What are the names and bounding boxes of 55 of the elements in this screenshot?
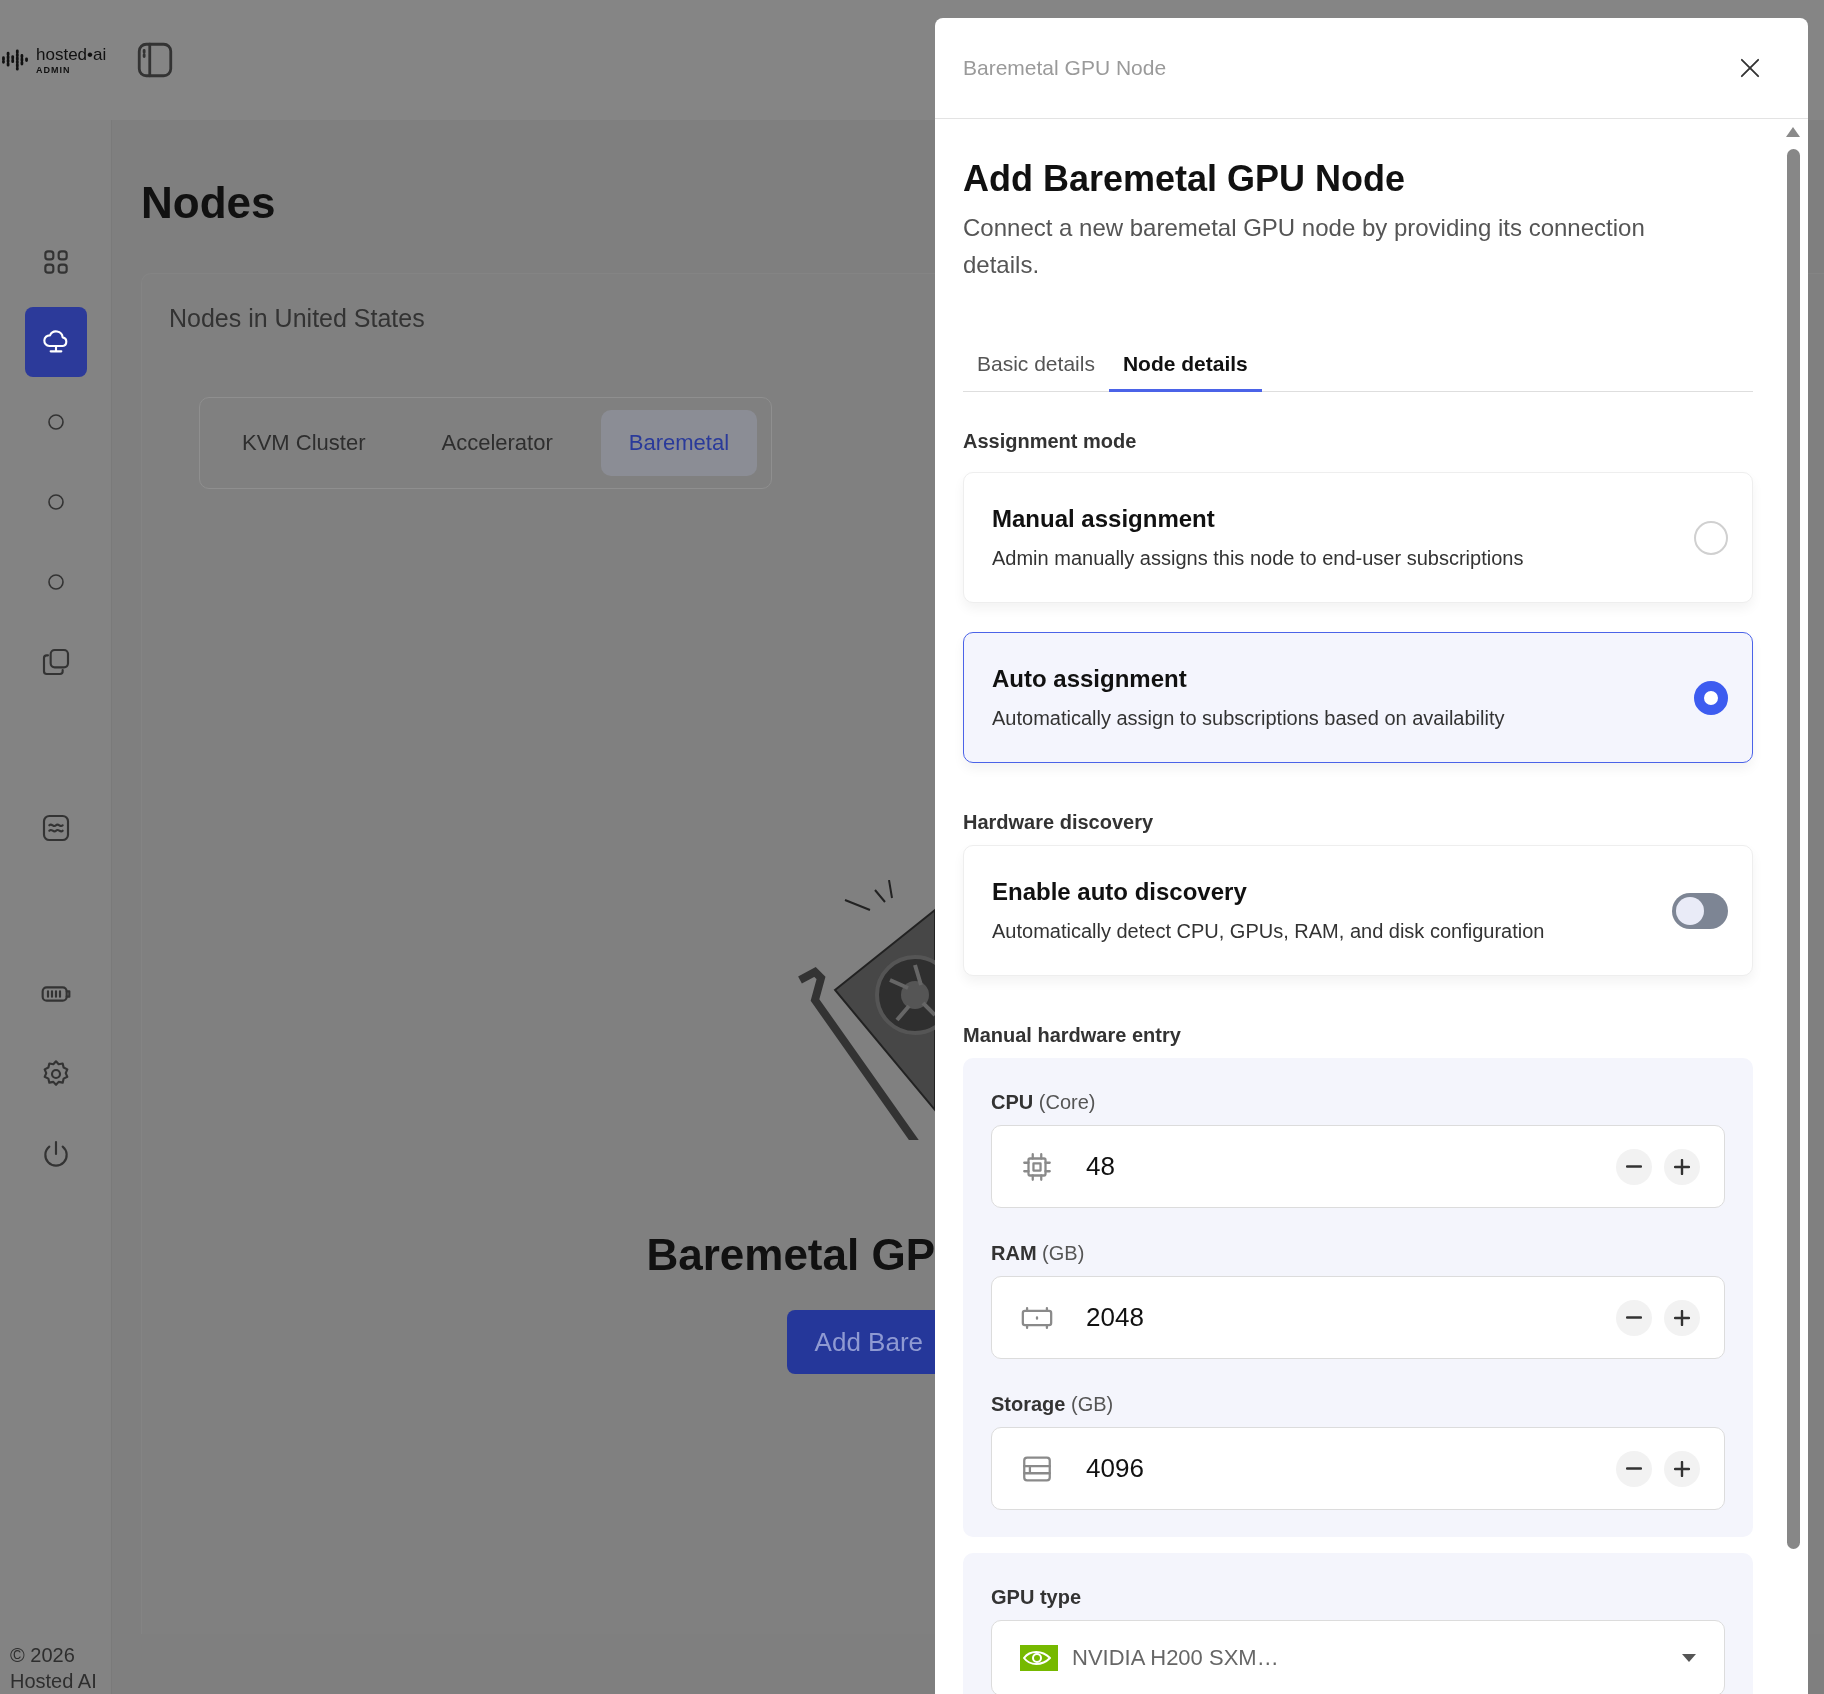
tab[interactable]: Basic details (963, 339, 1109, 392)
scroll-up-icon[interactable] (1786, 127, 1800, 137)
section-label: Manual hardware entry (963, 1023, 1182, 1048)
eye-logo-icon (1020, 1645, 1058, 1671)
increment-button[interactable] (1664, 1148, 1700, 1185)
toggle-switch[interactable] (1672, 892, 1728, 929)
field-label: RAM (GB) (991, 1241, 1086, 1266)
number-field[interactable]: 2048 (991, 1276, 1725, 1359)
number-input[interactable]: 4096 (1074, 1453, 1596, 1484)
caret-icon (1682, 1654, 1696, 1662)
minus-icon (1626, 1165, 1642, 1168)
number-field[interactable]: 4096 (991, 1427, 1725, 1510)
option-title: Auto assignment (992, 665, 1188, 693)
footer-text: Hosted AI (10, 1669, 97, 1694)
plus-icon (1674, 1158, 1690, 1175)
form-description: Connect a new baremetal GPU node by providing its connection details. (963, 213, 1646, 280)
decrement-button[interactable] (1616, 1450, 1652, 1487)
logo-text: hosted•ai (36, 45, 107, 63)
plus-icon (1674, 1309, 1690, 1326)
minus-icon (1626, 1467, 1642, 1470)
footer-text: © 2026 (10, 1643, 76, 1668)
section-label: Assignment mode (963, 429, 1138, 454)
decrement-button[interactable] (1616, 1299, 1652, 1336)
minus-icon (1626, 1316, 1642, 1319)
add-node-button[interactable]: Add Bare (786, 1310, 935, 1374)
page-title: Nodes (141, 178, 276, 228)
select-value: NVIDIA H200 SXM… (1072, 1645, 1280, 1671)
field-label: CPU (Core) (991, 1090, 1097, 1115)
scrollbar[interactable] (1787, 149, 1800, 1549)
card-title: Nodes in United States (169, 304, 426, 333)
form-title: Add Baremetal GPU Node (963, 157, 1407, 201)
option-description: Admin manually assigns this node to end-user subscriptions (992, 547, 1524, 570)
decrement-button[interactable] (1616, 1148, 1652, 1185)
increment-button[interactable] (1664, 1299, 1700, 1336)
option-card[interactable]: Auto assignment Automatically assign to subscriptions based on availability (963, 632, 1753, 763)
tab[interactable]: Node details (1108, 339, 1262, 392)
sidebar-item[interactable] (24, 307, 87, 377)
section-label: Hardware discovery (963, 810, 1155, 835)
drawer-title: Baremetal GPU Node (963, 56, 1167, 80)
increment-button[interactable] (1664, 1450, 1700, 1487)
plus-icon (1674, 1460, 1690, 1477)
option-description: Automatically assign to subscriptions based on availability (992, 707, 1505, 730)
field-label: GPU type (991, 1585, 1083, 1610)
radio-button[interactable] (1694, 680, 1728, 715)
field-label: Storage (GB) (991, 1392, 1115, 1417)
number-input[interactable]: 48 (1074, 1151, 1596, 1182)
gpu-select[interactable]: NVIDIA H200 SXM… (991, 1620, 1725, 1694)
number-input[interactable]: 2048 (1074, 1302, 1596, 1333)
option-card[interactable]: Manual assignment Admin manually assigns this node to end-user subscriptions (963, 472, 1753, 603)
setting-title: Enable auto discovery (992, 878, 1248, 906)
setting-description: Automatically detect CPU, GPUs, RAM, and disk configuration (992, 920, 1545, 943)
option-title: Manual assignment (992, 505, 1216, 533)
empty-state-title: Baremetal GP (646, 1230, 935, 1280)
number-field[interactable]: 48 (991, 1125, 1725, 1208)
logo-subtitle: ADMIN (36, 65, 72, 75)
